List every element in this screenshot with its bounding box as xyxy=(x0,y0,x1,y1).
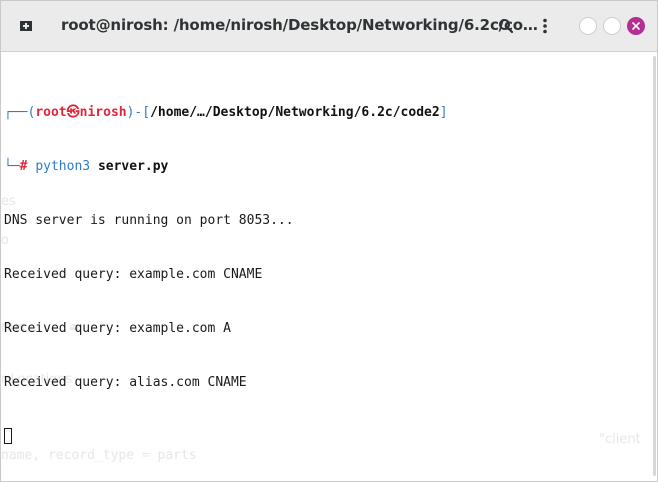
output-line: Received query: example.com A xyxy=(4,321,231,336)
terminal-area[interactable]: es o rlus … ⏏ r Locations "client name, … xyxy=(1,52,657,481)
prompt-user: root xyxy=(35,105,67,120)
prompt-separator: )-[ xyxy=(126,105,151,120)
close-button[interactable] xyxy=(627,17,645,35)
terminal-window: root@nirosh: /home/nirosh/Desktop/Networ… xyxy=(0,0,658,482)
ghost-text: "client xyxy=(599,432,641,447)
prompt-host: nirosh xyxy=(79,105,127,120)
prompt-at-symbol: ㉿ xyxy=(66,105,80,120)
prompt-line: ┌──(root㉿nirosh)-[/home/…/Desktop/Networ… xyxy=(4,104,448,122)
cursor-line xyxy=(4,428,448,446)
output-line: Received query: example.com CNAME xyxy=(4,267,263,282)
minimize-button[interactable] xyxy=(579,17,597,35)
prompt-hash: # xyxy=(19,159,28,174)
prompt-corner: ┌──( xyxy=(4,105,36,120)
maximize-button[interactable] xyxy=(603,17,621,35)
output-line: Received query: alias.com CNAME xyxy=(4,375,247,390)
command-name: python3 xyxy=(35,159,91,174)
prompt-separator: ] xyxy=(439,105,448,120)
terminal-output: ┌──(root㉿nirosh)-[/home/…/Desktop/Networ… xyxy=(4,68,448,481)
kebab-menu-icon xyxy=(543,18,547,34)
header-bar: root@nirosh: /home/nirosh/Desktop/Networ… xyxy=(1,1,657,52)
new-tab-icon xyxy=(20,21,32,31)
new-tab-button[interactable] xyxy=(11,11,41,41)
prompt-corner: └─ xyxy=(4,159,20,174)
output-line: DNS server is running on port 8053... xyxy=(4,213,294,228)
search-icon xyxy=(499,19,514,34)
text-cursor xyxy=(4,428,12,444)
menu-button[interactable] xyxy=(530,11,560,41)
command-line: └─# python3 server.py xyxy=(4,158,448,176)
command-argument: server.py xyxy=(97,159,169,174)
scrollbar[interactable] xyxy=(653,56,656,476)
window-title: root@nirosh: /home/nirosh/Desktop/Networ… xyxy=(61,16,538,34)
close-icon xyxy=(632,22,640,30)
search-button[interactable] xyxy=(491,11,521,41)
prompt-path: /home/…/Desktop/Networking/6.2c/code2 xyxy=(150,105,440,120)
